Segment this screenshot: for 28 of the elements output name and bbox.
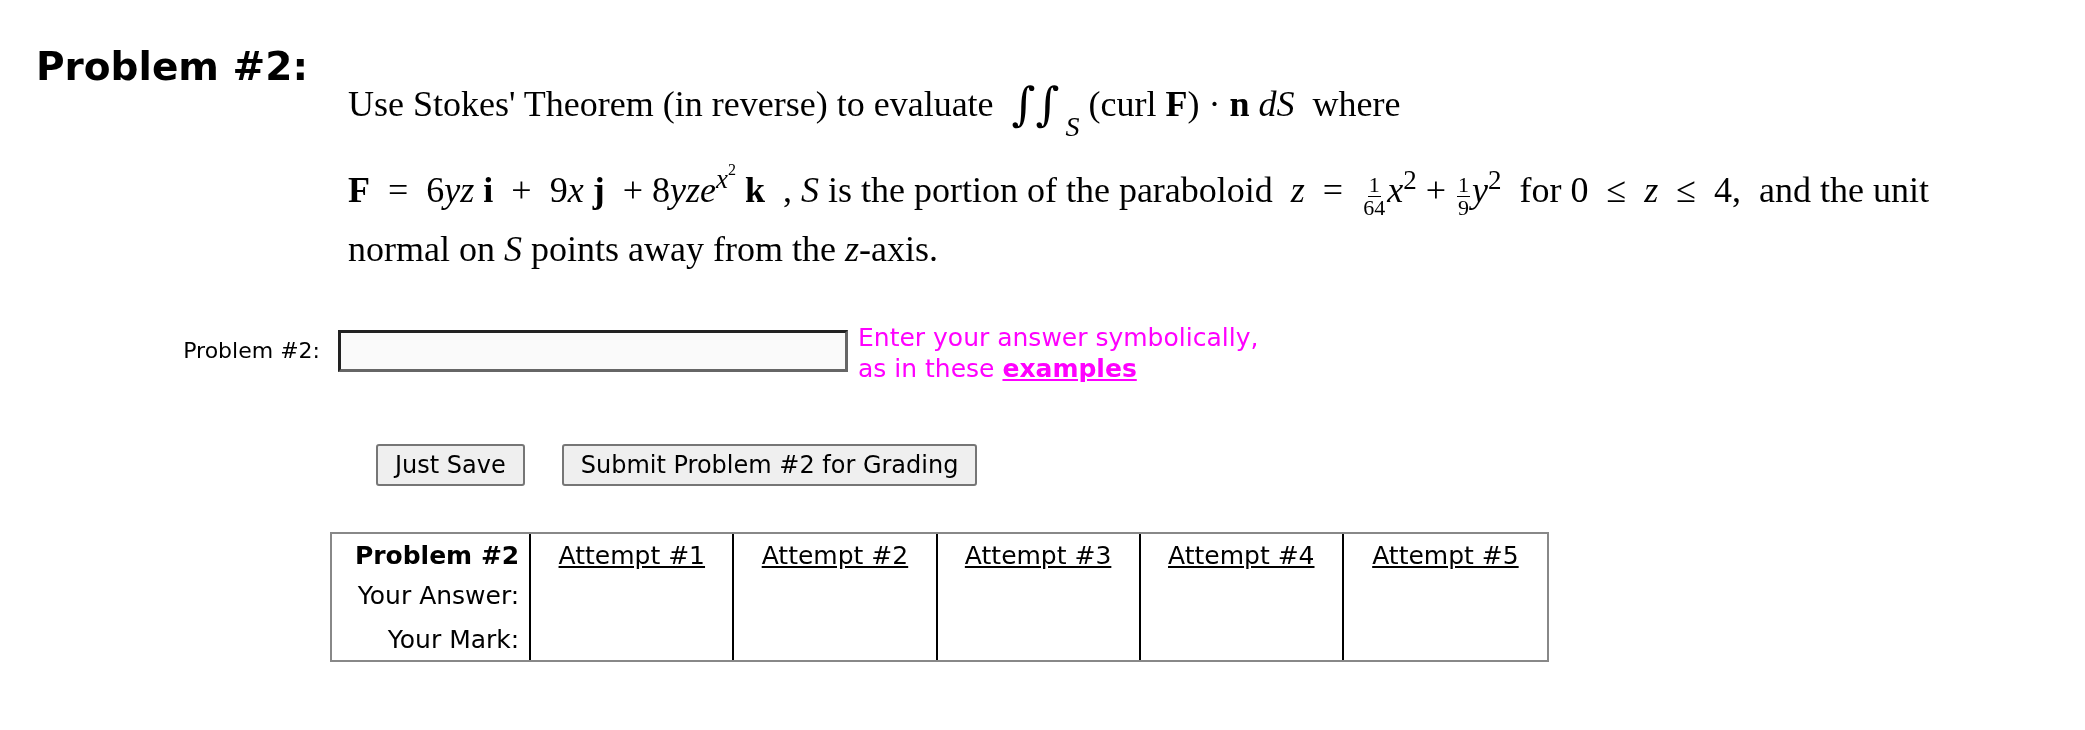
table-header: Problem #2 [354,540,520,572]
math-text: k , S is the portion of the paraboloid z = [743,169,1345,212]
row-label: Your Mark: [387,624,520,656]
attempt-link[interactable]: Attempt #3 [964,538,1112,574]
attempt-link[interactable]: Attempt #2 [761,538,909,574]
save-button[interactable]: Just Save [376,444,525,486]
integral-sign: ∫∫ [1011,76,1060,133]
math-text: yze [669,169,716,212]
integral-subscript: S [1065,110,1080,144]
attempt-link[interactable]: Attempt #1 [558,538,706,574]
fraction-numerator: 1 [1456,173,1470,197]
math-text: Use Stokes' Theorem (in reverse) to evaluate [348,83,995,126]
answer-hint: as in these [858,353,995,384]
math-text: y$^{2}$ for 0 ≤ z ≤ 4, and the unit [1471,163,1929,210]
attempt-link[interactable]: Attempt #5 [1372,538,1519,574]
fraction-numerator: 1 [1367,173,1381,197]
math-text: (curl F) · n dS where [1087,83,1401,126]
submit-button[interactable]: Submit Problem #2 for Grading [561,444,978,486]
fraction-denominator: 64 [1363,196,1386,219]
math-text: normal on S points away from the z-axis. [348,228,938,271]
answer-field[interactable] [338,330,848,372]
fraction-denominator: 9 [1457,196,1469,219]
answer-hint: Enter your answer symbolically, [858,322,1259,353]
answer-label: Problem #2: [183,337,320,365]
problem-heading: Problem #2: [36,44,309,91]
row-label: Your Answer: [357,580,520,612]
attempt-link[interactable]: Attempt #4 [1168,538,1315,574]
math-text: x$^{2}$ + [1387,163,1447,212]
